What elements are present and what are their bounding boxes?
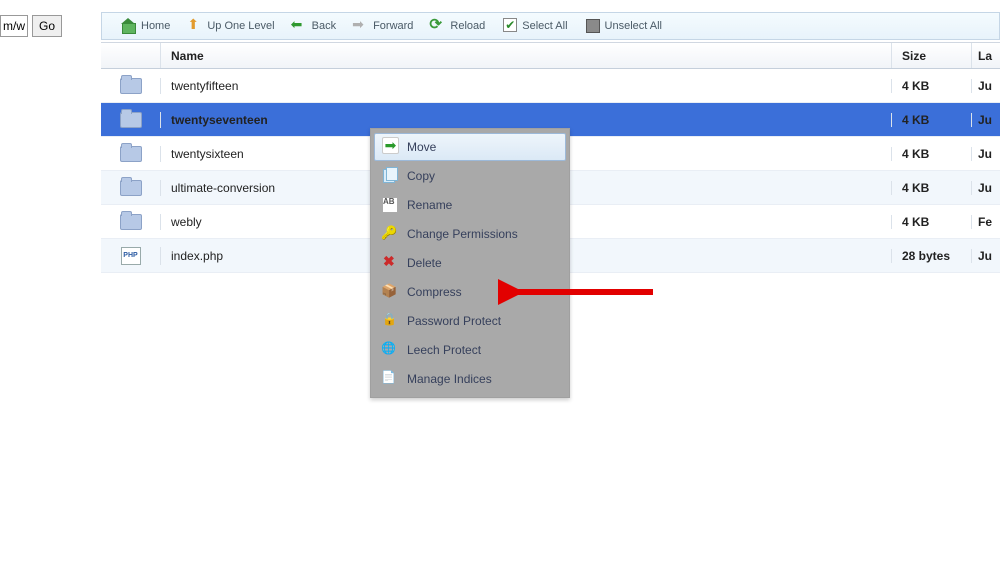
toolbar-select-all-label: Select All xyxy=(522,20,567,32)
back-arrow-icon xyxy=(291,18,307,34)
row-icon-cell xyxy=(101,112,161,128)
row-icon-cell xyxy=(101,146,161,162)
context-menu-leech[interactable]: Leech Protect xyxy=(374,336,566,364)
context-menu: Move Copy Rename Change Permissions Delete Co… xyxy=(370,128,570,398)
row-icon-cell: PHP xyxy=(101,247,161,265)
row-size: 4 KB xyxy=(892,113,972,127)
compress-icon xyxy=(381,283,399,301)
php-file-icon: PHP xyxy=(121,247,141,265)
context-menu-copy[interactable]: Copy xyxy=(374,162,566,190)
left-pane xyxy=(0,40,101,578)
toolbar-select-all[interactable]: Select All xyxy=(493,14,575,38)
rename-icon xyxy=(381,196,399,214)
toolbar-forward[interactable]: Forward xyxy=(344,14,421,38)
row-icon-cell xyxy=(101,78,161,94)
row-modified: Ju xyxy=(972,79,1000,93)
folder-icon xyxy=(120,78,142,94)
context-menu-delete[interactable]: Delete xyxy=(374,249,566,277)
context-menu-label: Copy xyxy=(407,169,435,183)
toolbar-unselect-all-label: Unselect All xyxy=(605,20,662,32)
column-size[interactable]: Size xyxy=(892,43,972,68)
column-modified[interactable]: La xyxy=(972,43,1000,68)
perm-icon xyxy=(381,225,399,243)
row-size: 4 KB xyxy=(892,181,972,195)
toolbar-up-label: Up One Level xyxy=(207,20,274,32)
grid-header: Name Size La xyxy=(101,42,1000,69)
toolbar-back-label: Back xyxy=(312,20,336,32)
context-menu-label: Manage Indices xyxy=(407,372,492,386)
forward-arrow-icon xyxy=(352,18,368,34)
context-menu-label: Compress xyxy=(407,285,462,299)
context-menu-label: Leech Protect xyxy=(407,343,481,357)
row-name: twentyfifteen xyxy=(161,79,892,93)
move-icon xyxy=(381,138,399,156)
row-icon-cell xyxy=(101,214,161,230)
row-size: 28 bytes xyxy=(892,249,972,263)
row-size: 4 KB xyxy=(892,215,972,229)
context-menu-label: Rename xyxy=(407,198,452,212)
toolbar-home[interactable]: Home xyxy=(112,14,178,38)
home-icon xyxy=(120,18,136,34)
row-icon-cell xyxy=(101,180,161,196)
row-modified: Ju xyxy=(972,113,1000,127)
row-modified: Ju xyxy=(972,147,1000,161)
leech-icon xyxy=(381,341,399,359)
row-modified: Ju xyxy=(972,181,1000,195)
context-menu-indices[interactable]: Manage Indices xyxy=(374,365,566,393)
folder-icon xyxy=(120,146,142,162)
row-name: twentyseventeen xyxy=(161,113,892,127)
folder-icon xyxy=(120,180,142,196)
toolbar-forward-label: Forward xyxy=(373,20,413,32)
folder-icon xyxy=(120,214,142,230)
toolbar-reload-label: Reload xyxy=(450,20,485,32)
context-menu-compress[interactable]: Compress xyxy=(374,278,566,306)
toolbar: Home Up One Level Back Forward Reload Se… xyxy=(101,12,1000,40)
select-all-icon xyxy=(501,18,517,34)
context-menu-label: Delete xyxy=(407,256,442,270)
context-menu-label: Change Permissions xyxy=(407,227,518,241)
context-menu-label: Password Protect xyxy=(407,314,501,328)
delete-icon xyxy=(381,254,399,272)
up-one-level-icon xyxy=(186,18,202,34)
toolbar-back[interactable]: Back xyxy=(283,14,344,38)
pwprotect-icon xyxy=(381,312,399,330)
folder-icon xyxy=(120,112,142,128)
row-modified: Fe xyxy=(972,215,1000,229)
column-icon[interactable] xyxy=(101,43,161,68)
copy-icon xyxy=(381,167,399,185)
context-menu-perm[interactable]: Change Permissions xyxy=(374,220,566,248)
row-size: 4 KB xyxy=(892,147,972,161)
row-modified: Ju xyxy=(972,249,1000,263)
path-input[interactable] xyxy=(0,15,28,37)
toolbar-reload[interactable]: Reload xyxy=(421,14,493,38)
table-row[interactable]: twentyfifteen4 KBJu xyxy=(101,69,1000,103)
unselect-all-icon xyxy=(584,18,600,34)
toolbar-home-label: Home xyxy=(141,20,170,32)
go-button[interactable]: Go xyxy=(32,15,62,37)
context-menu-pwprotect[interactable]: Password Protect xyxy=(374,307,566,335)
row-size: 4 KB xyxy=(892,79,972,93)
toolbar-up[interactable]: Up One Level xyxy=(178,14,282,38)
reload-icon xyxy=(429,18,445,34)
column-name[interactable]: Name xyxy=(161,43,892,68)
toolbar-unselect-all[interactable]: Unselect All xyxy=(576,14,670,38)
context-menu-label: Move xyxy=(407,140,436,154)
context-menu-move[interactable]: Move xyxy=(374,133,566,161)
context-menu-rename[interactable]: Rename xyxy=(374,191,566,219)
indices-icon xyxy=(381,370,399,388)
